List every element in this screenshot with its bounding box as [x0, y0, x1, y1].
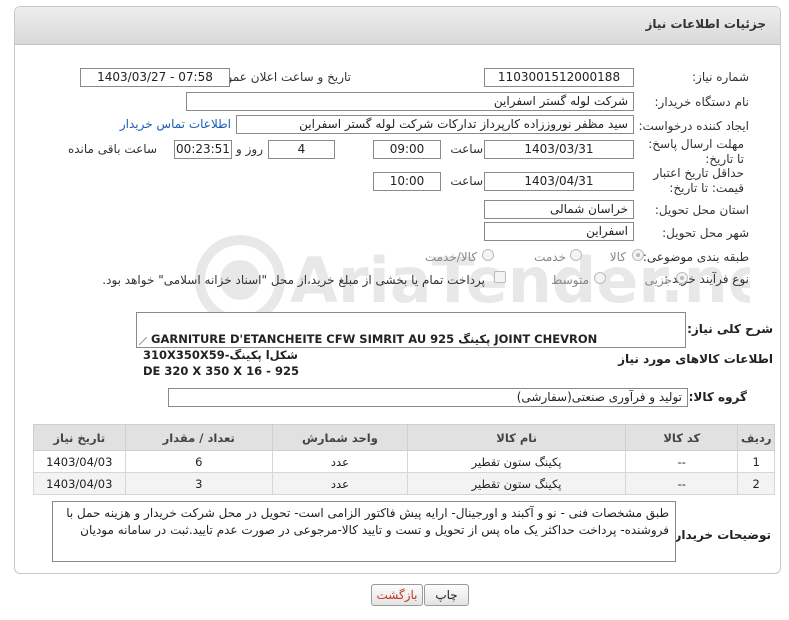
cell-unit: عدد: [271, 472, 409, 495]
cell-need-date: 1403/04/03: [33, 450, 126, 473]
cell-item-name: پکینگ ستون تقطیر: [407, 472, 627, 495]
goods-section-title: اطلاعات کالاهای مورد نیاز: [618, 352, 773, 366]
buyer-notes-label: توضیحات خریدار:: [669, 528, 771, 542]
resize-handle-icon[interactable]: [139, 337, 147, 345]
buyer-notes-text: طبق مشخصات فنی - نو و آکبند و اورجینال- …: [66, 506, 669, 537]
col-row-number: ردیف: [737, 424, 775, 451]
cell-item-code: --: [625, 472, 739, 495]
cell-unit: عدد: [271, 450, 409, 473]
back-button[interactable]: بازگشت: [371, 584, 423, 606]
col-item-name: نام کالا: [407, 424, 627, 451]
process-option-minor: جزیی: [644, 273, 672, 287]
province-field[interactable]: خراسان شمالی: [484, 200, 634, 219]
city-label: شهر محل تحویل:: [662, 226, 749, 240]
col-item-code: کد کالا: [625, 424, 739, 451]
creator-field[interactable]: سید مظفر نوروززاده کارپرداز تدارکات شرکت…: [236, 115, 634, 134]
table-row[interactable]: 1 -- پکینگ ستون تقطیر عدد 6 1403/04/03: [33, 450, 775, 473]
table-row[interactable]: 2 -- پکینگ ستون تقطیر عدد 3 1403/04/03: [33, 472, 775, 495]
treasury-payment-checkbox[interactable]: [494, 271, 506, 283]
col-unit: واحد شمارش: [271, 424, 409, 451]
col-need-date: تاریخ نیاز: [33, 424, 126, 451]
print-button[interactable]: چاپ: [424, 584, 469, 606]
cell-need-date: 1403/04/03: [33, 472, 126, 495]
validity-label: حداقل تاریخ اعتبار قیمت: تا تاریخ:: [653, 166, 744, 195]
buyer-contact-link[interactable]: اطلاعات تماس خریدار: [120, 117, 231, 131]
category-option-goods-service: کالا/خدمت: [424, 250, 477, 264]
process-option-medium: متوسط: [551, 273, 589, 287]
validity-date-field[interactable]: 1403/04/31: [484, 172, 634, 191]
cell-item-code: --: [625, 450, 739, 473]
category-radio-goods-service[interactable]: [482, 249, 494, 261]
city-field[interactable]: اسفراین: [484, 222, 634, 241]
category-label: طبقه بندی موضوعی:: [642, 250, 749, 264]
goods-group-label: گروه کالا:: [688, 390, 747, 404]
cell-item-name: پکینگ ستون تقطیر: [407, 450, 627, 473]
deadline-date-field[interactable]: 1403/03/31: [484, 140, 634, 159]
deadline-time-field[interactable]: 09:00: [373, 140, 441, 159]
buyer-field[interactable]: شرکت لوله گستر اسفراین: [186, 92, 634, 111]
validity-time-field[interactable]: 10:00: [373, 172, 441, 191]
cell-row-number: 1: [737, 450, 775, 473]
table-header-row: ردیف کد کالا نام کالا واحد شمارش تعداد /…: [33, 424, 775, 451]
remaining-time-field[interactable]: 00:23:51: [174, 140, 232, 159]
announce-datetime-field[interactable]: 1403/03/27 - 07:58: [80, 68, 230, 87]
remaining-days-field[interactable]: 4: [268, 140, 335, 159]
validity-time-label: ساعت: [450, 174, 483, 188]
panel-title: جزئیات اطلاعات نیاز: [645, 17, 766, 31]
process-radio-medium[interactable]: [594, 272, 606, 284]
panel-header: جزئیات اطلاعات نیاز: [15, 7, 780, 45]
buyer-notes-field[interactable]: طبق مشخصات فنی - نو و آکبند و اورجینال- …: [52, 501, 676, 562]
cell-quantity: 3: [124, 472, 273, 495]
goods-group-field[interactable]: تولید و فرآوری صنعتی(سفارشی): [168, 388, 688, 407]
buyer-label: نام دستگاه خریدار:: [654, 95, 750, 109]
cell-quantity: 6: [124, 450, 273, 473]
general-desc-label: شرح کلی نیاز:: [687, 322, 773, 336]
category-option-goods: کالا: [609, 250, 626, 264]
process-radio-minor[interactable]: [676, 272, 688, 284]
days-label: روز و: [236, 142, 263, 156]
goods-table: ردیف کد کالا نام کالا واحد شمارش تعداد /…: [33, 424, 775, 495]
category-radio-goods[interactable]: [632, 249, 644, 261]
need-number-field[interactable]: 1103001512000188: [484, 68, 634, 87]
deadline-label: مهلت ارسال پاسخ: تا تاریخ:: [648, 137, 744, 166]
remaining-time-label: ساعت باقی مانده: [67, 142, 157, 156]
category-radio-service[interactable]: [570, 249, 582, 261]
category-option-service: خدمت: [534, 250, 566, 264]
cell-row-number: 2: [737, 472, 775, 495]
deadline-time-label: ساعت: [450, 142, 483, 156]
creator-label: ایجاد کننده درخواست:: [638, 119, 749, 133]
general-desc-field[interactable]: GARNITURE D'ETANCHEITE CFW SIMRIT AU 925…: [136, 312, 686, 378]
need-number-label: شماره نیاز:: [692, 70, 749, 84]
treasury-payment-note: پرداخت تمام یا بخشی از مبلغ خرید،از محل …: [102, 273, 485, 287]
col-quantity: تعداد / مقدار: [124, 424, 273, 451]
province-label: استان محل تحویل:: [654, 203, 749, 217]
